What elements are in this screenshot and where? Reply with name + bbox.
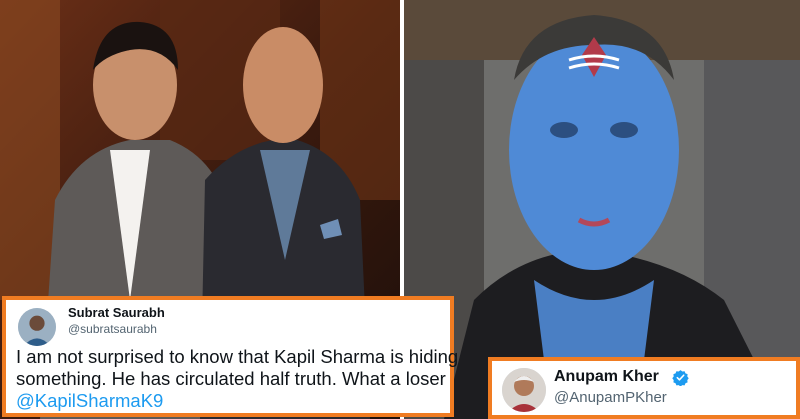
tweet-author-handle[interactable]: @subratsaurabh	[68, 322, 157, 336]
avatar[interactable]	[502, 368, 546, 412]
tweet-text-line: something. He has circulated half truth.…	[16, 368, 446, 389]
avatar[interactable]	[18, 308, 56, 346]
tweet-author-name[interactable]: Subrat Saurabh	[68, 305, 165, 320]
tweet-text-line: I am not surprised to know that Kapil Sh…	[16, 346, 459, 367]
verified-badge-icon	[672, 370, 689, 386]
tweet-mention-link[interactable]: @KapilSharmaK9	[16, 390, 452, 412]
tweet-text: I am not surprised to know that Kapil Sh…	[16, 346, 459, 412]
tweet-author-handle[interactable]: @AnupamPKher	[554, 389, 667, 406]
tweet-author-name[interactable]: Anupam Kher	[554, 368, 659, 386]
tweet-card-anupam[interactable]: Anupam Kher @AnupamPKher	[488, 357, 800, 419]
tweet-card-subrat[interactable]: Subrat Saurabh @subratsaurabh I am not s…	[2, 296, 459, 417]
